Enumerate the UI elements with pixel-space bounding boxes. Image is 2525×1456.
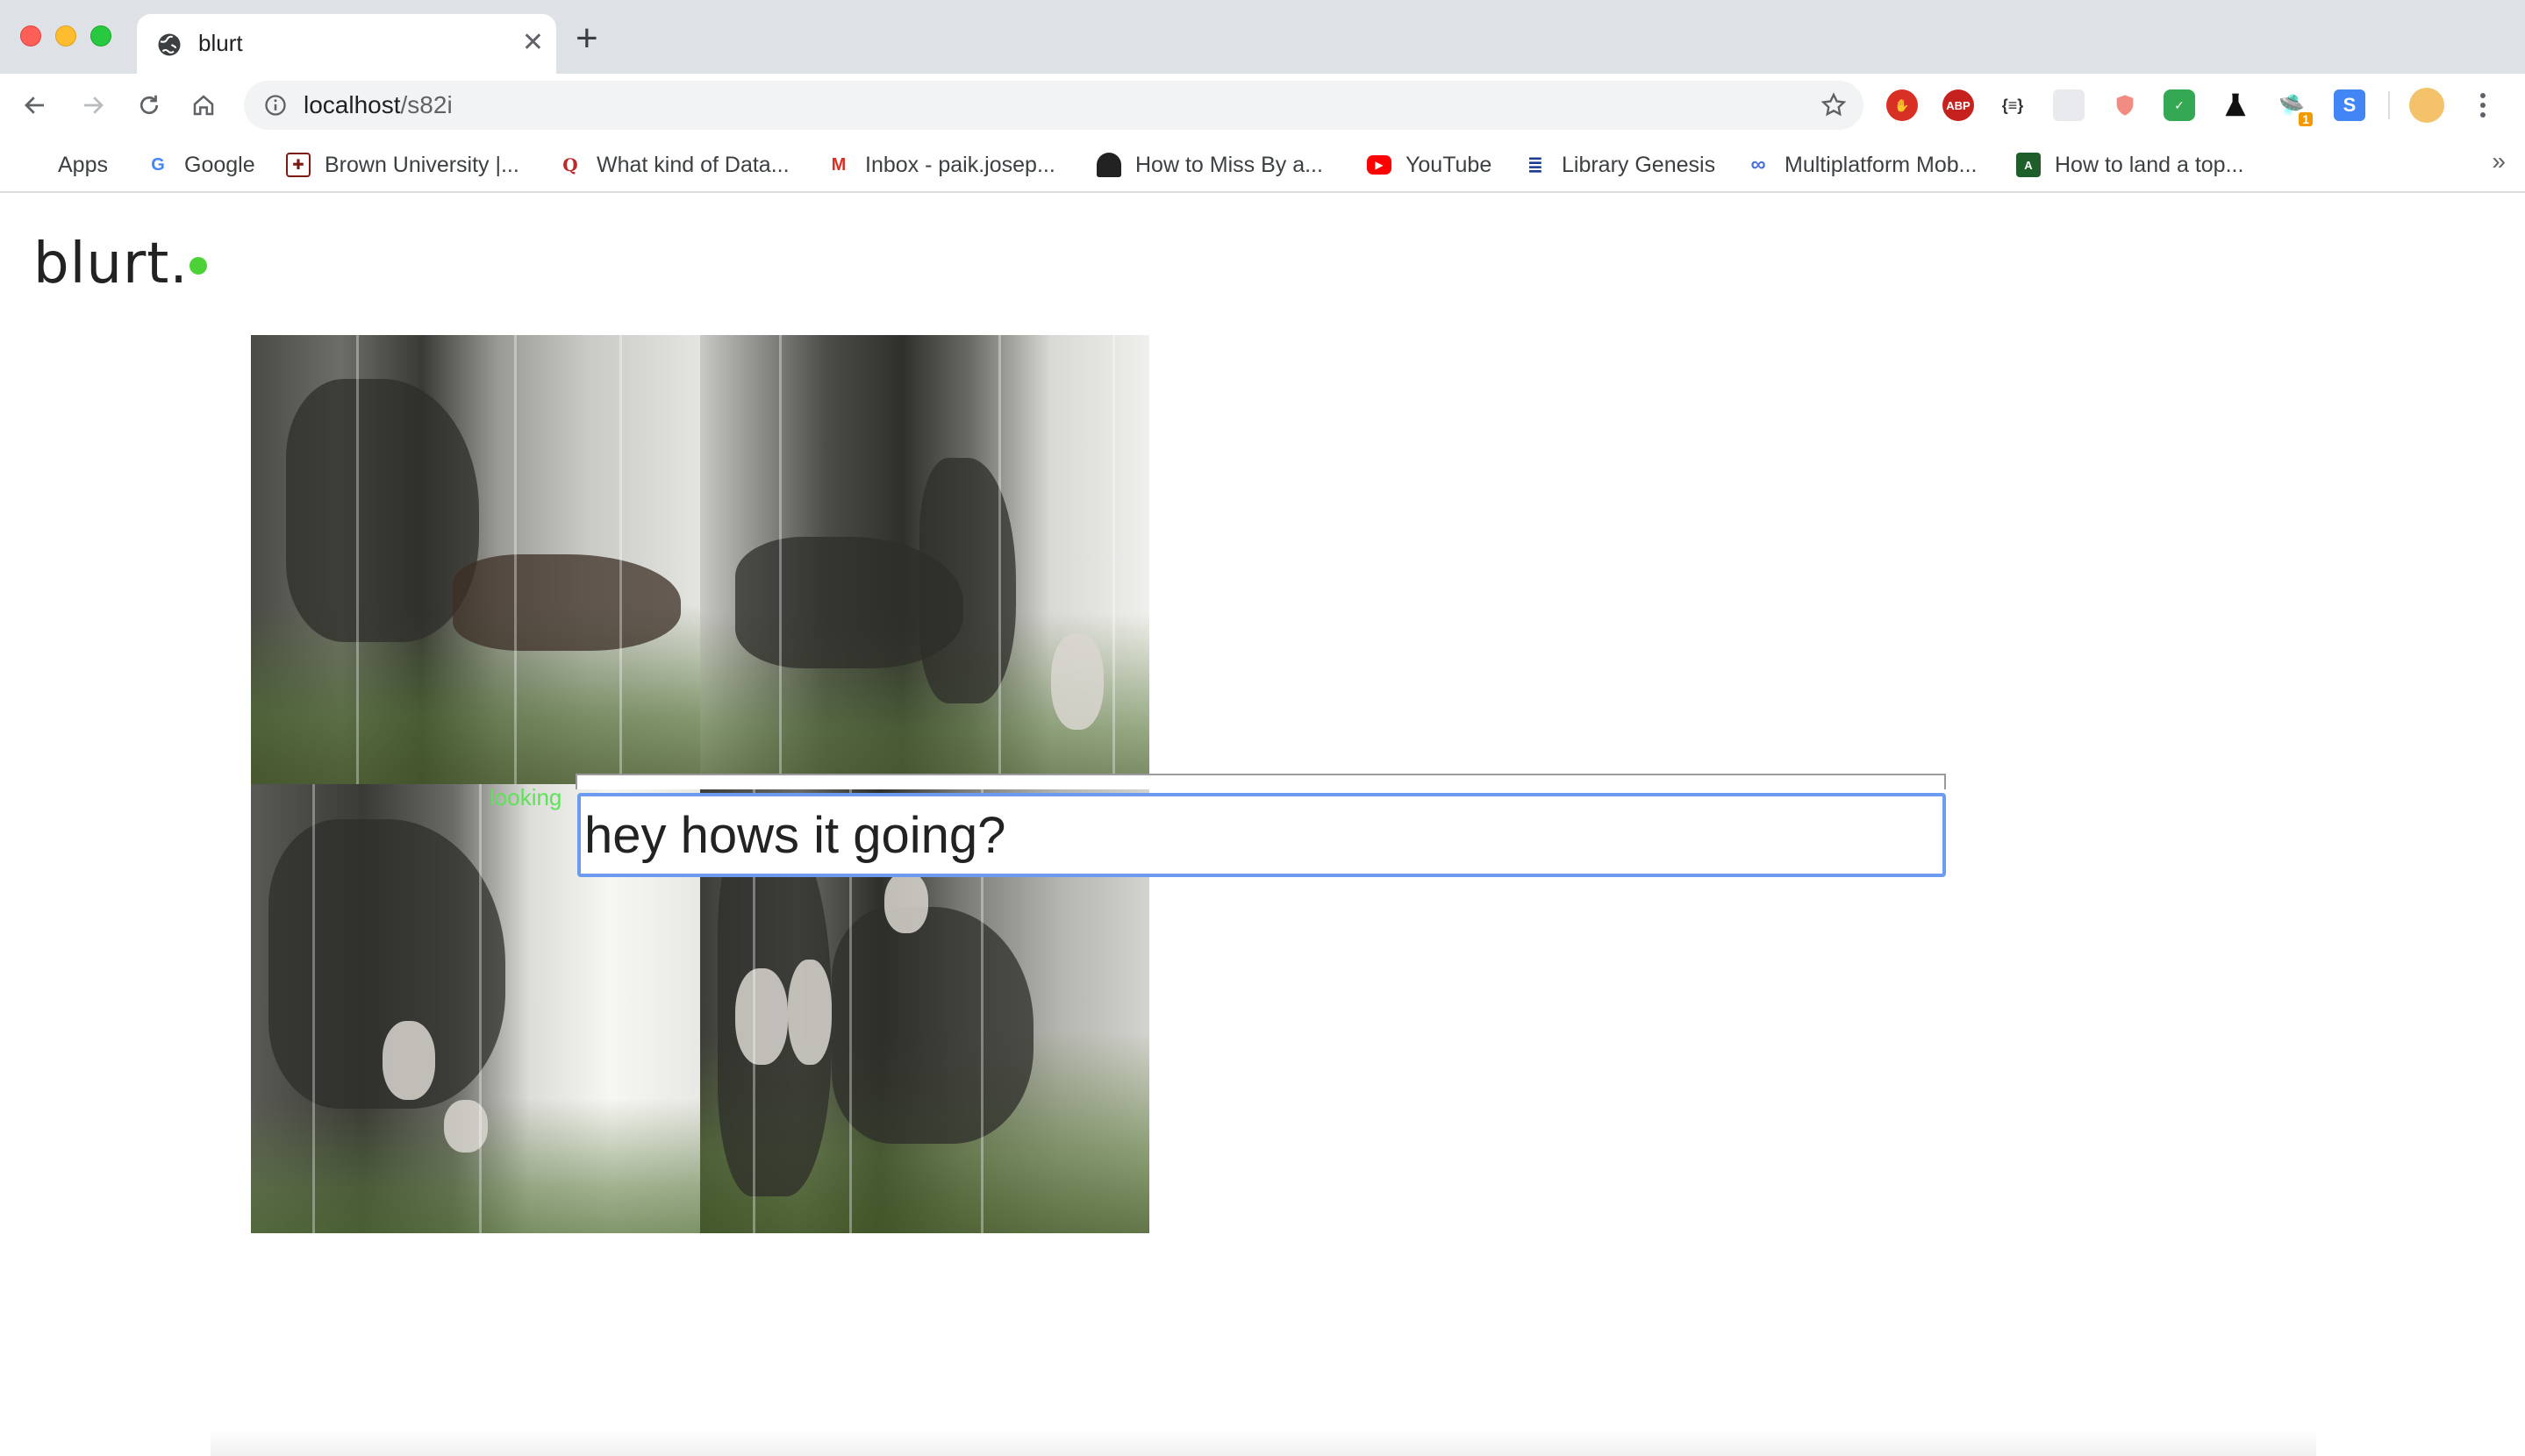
home-button[interactable] bbox=[184, 86, 223, 125]
browser-tab-strip: blurt ✕ + bbox=[0, 0, 2525, 74]
input-outer-frame bbox=[576, 774, 1946, 789]
bookmark-library-genesis[interactable]: ≣ Library Genesis bbox=[1523, 147, 1715, 182]
bookmark-label: Google bbox=[184, 152, 255, 177]
flask-shape-icon bbox=[2225, 93, 2246, 117]
profile-avatar[interactable] bbox=[2409, 88, 2444, 123]
url-host: localhost bbox=[304, 91, 401, 118]
bookmark-label: Library Genesis bbox=[1562, 152, 1716, 177]
bookmark-label: How to land a top... bbox=[2055, 152, 2244, 177]
bookmark-label: Inbox - paik.josep... bbox=[865, 152, 1055, 177]
abp-icon[interactable]: ABP bbox=[1942, 89, 1974, 121]
bookmark-label: YouTube bbox=[1406, 152, 1492, 177]
url-path: /s82i bbox=[400, 91, 453, 118]
app-logo: blurt. bbox=[33, 232, 189, 296]
url-text[interactable]: localhost/s82i bbox=[304, 91, 453, 119]
browser-tab[interactable]: blurt ✕ bbox=[137, 14, 556, 74]
image-tile bbox=[700, 335, 1149, 784]
gmail-icon: M bbox=[831, 154, 847, 175]
address-bar[interactable]: localhost/s82i bbox=[244, 81, 1863, 130]
brown-university-icon: ✚ bbox=[286, 153, 311, 177]
tab-title: blurt bbox=[198, 30, 243, 56]
bookmark-multiplatform[interactable]: ∞ Multiplatform Mob... bbox=[1746, 147, 1978, 182]
window-minimize-button[interactable] bbox=[55, 25, 76, 46]
bookmarks-overflow-button[interactable]: » bbox=[2492, 147, 2506, 175]
apps-grid-icon bbox=[23, 154, 44, 175]
bookmark-site-icon bbox=[1097, 153, 1121, 177]
bookmark-youtube[interactable]: ▶ YouTube bbox=[1367, 147, 1491, 182]
bookmark-star-icon[interactable] bbox=[1820, 91, 1848, 119]
reload-icon bbox=[139, 95, 159, 115]
bookmark-label: Apps bbox=[58, 152, 108, 177]
site-info-icon[interactable] bbox=[263, 93, 288, 118]
ufo-icon[interactable]: 🛸 1 bbox=[2276, 89, 2313, 126]
forward-button[interactable] bbox=[74, 86, 112, 125]
bookmark-site-icon: A bbox=[2016, 153, 2041, 177]
browser-menu-icon[interactable] bbox=[2474, 86, 2492, 125]
tab-close-icon[interactable]: ✕ bbox=[522, 28, 544, 58]
window-zoom-button[interactable] bbox=[90, 25, 111, 46]
s-icon[interactable]: S bbox=[2334, 89, 2365, 121]
adblock-hand-icon[interactable]: ✋ bbox=[1886, 89, 1918, 121]
globe-icon bbox=[158, 33, 181, 56]
bookmark-google[interactable]: G Google bbox=[146, 147, 255, 182]
shield-icon[interactable] bbox=[2109, 89, 2141, 121]
bookmark-label: Multiplatform Mob... bbox=[1785, 152, 1978, 177]
new-tab-button[interactable]: + bbox=[576, 19, 598, 58]
back-button[interactable] bbox=[16, 86, 54, 125]
bookmark-label: What kind of Data... bbox=[597, 152, 790, 177]
back-arrow-icon bbox=[25, 96, 44, 114]
reload-button[interactable] bbox=[130, 86, 168, 125]
json-viewer-icon[interactable]: {≡} bbox=[1997, 89, 2028, 121]
home-icon bbox=[193, 95, 214, 116]
page-bottom-shadow bbox=[211, 1430, 2316, 1456]
connection-status-dot bbox=[190, 257, 207, 275]
bookmark-quora[interactable]: Q What kind of Data... bbox=[558, 147, 790, 182]
browser-toolbar: localhost/s82i ✋ ABP {≡} ✓ 🛸 1 S bbox=[0, 74, 2525, 137]
toolbar-separator bbox=[2388, 91, 2390, 119]
message-input[interactable] bbox=[577, 793, 1946, 877]
youtube-icon: ▶ bbox=[1367, 155, 1391, 175]
bookmark-label: How to Miss By a... bbox=[1135, 152, 1323, 177]
green-shield-icon[interactable]: ✓ bbox=[2164, 89, 2195, 121]
google-icon: G bbox=[151, 154, 165, 175]
forward-arrow-icon bbox=[84, 96, 104, 114]
extension-badge: 1 bbox=[2299, 112, 2313, 126]
bookmark-gmail[interactable]: M Inbox - paik.josep... bbox=[826, 147, 1055, 182]
bookmark-label: Brown University |... bbox=[325, 152, 519, 177]
status-label: looking bbox=[490, 784, 562, 810]
bookmark-apps[interactable]: Apps bbox=[23, 147, 108, 182]
grey-puzzle-icon[interactable] bbox=[2053, 89, 2085, 121]
bookmark-brown-university[interactable]: ✚ Brown University |... bbox=[286, 147, 519, 182]
window-close-button[interactable] bbox=[20, 25, 41, 46]
quora-icon: Q bbox=[562, 154, 578, 175]
multiplatform-icon: ∞ bbox=[1750, 153, 1766, 176]
bookmarks-bar: Apps G Google ✚ Brown University |... Q … bbox=[0, 137, 2525, 193]
image-tile bbox=[251, 335, 700, 784]
bookmark-how-to-miss[interactable]: How to Miss By a... bbox=[1097, 147, 1323, 182]
flask-icon[interactable] bbox=[2220, 89, 2251, 121]
shield-shape-icon bbox=[2116, 95, 2134, 116]
bookmark-how-to-land[interactable]: A How to land a top... bbox=[2016, 147, 2243, 182]
library-genesis-icon: ≣ bbox=[1527, 153, 1544, 175]
